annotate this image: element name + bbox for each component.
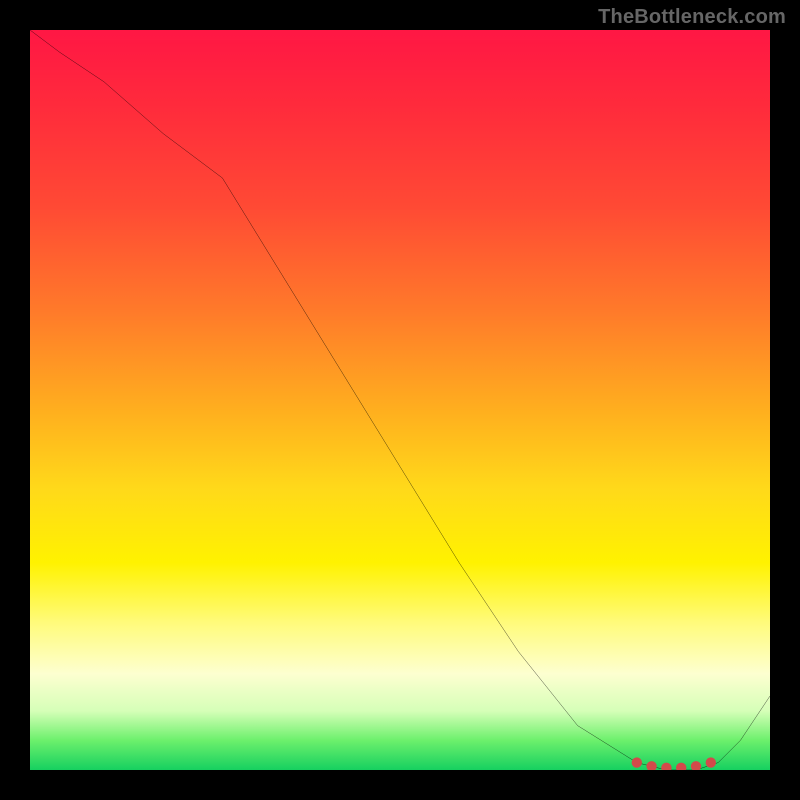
- optimal-range-markers: [632, 757, 716, 770]
- marker-dot: [632, 757, 642, 767]
- marker-dot: [646, 761, 656, 770]
- marker-dot: [691, 761, 701, 770]
- marker-dot: [706, 757, 716, 767]
- marker-dot: [676, 763, 686, 770]
- plot-area: [30, 30, 770, 770]
- marker-dot: [661, 763, 671, 770]
- bottleneck-curve-svg: [30, 30, 770, 770]
- bottleneck-curve: [30, 30, 770, 770]
- chart-frame: TheBottleneck.com: [0, 0, 800, 800]
- watermark-text: TheBottleneck.com: [598, 6, 786, 29]
